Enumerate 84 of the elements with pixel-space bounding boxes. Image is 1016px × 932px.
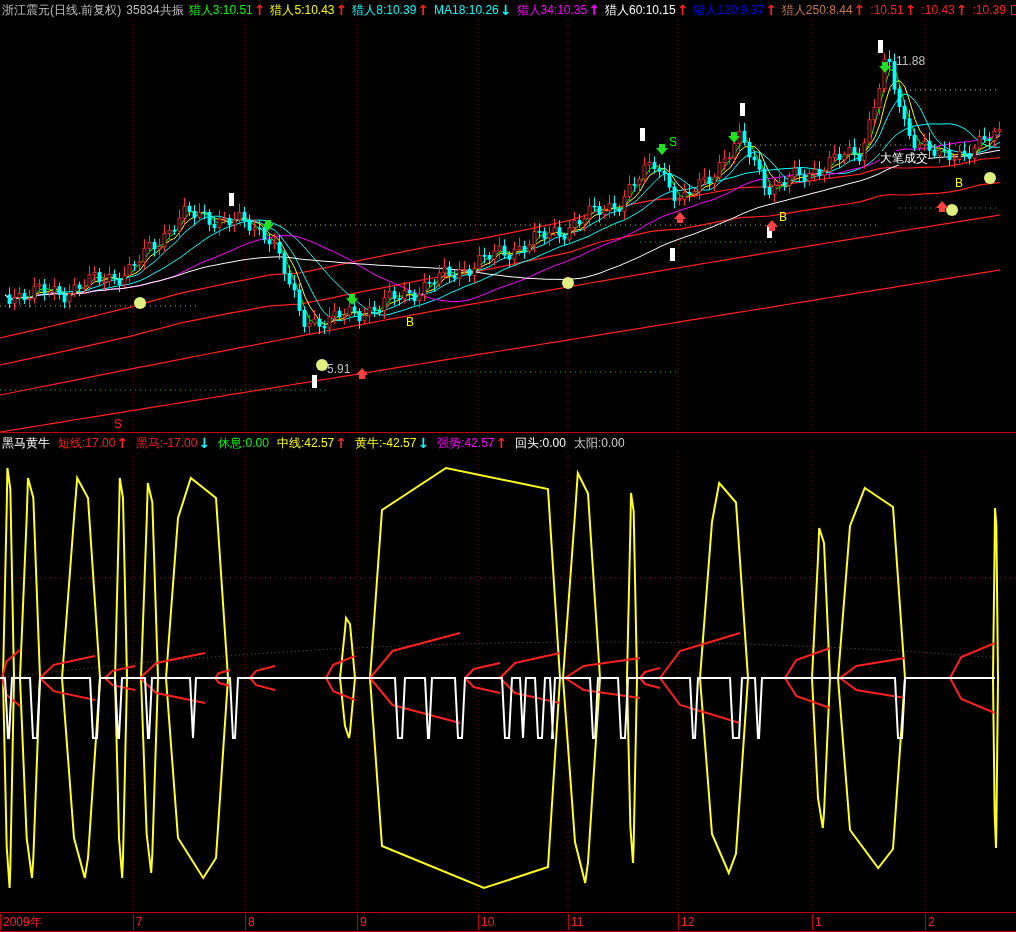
indicator-value: 中线:42.57 — [276, 434, 335, 452]
apple-icon — [984, 172, 996, 184]
signal-bar-icon — [640, 128, 645, 141]
chart-title: 黑马黄牛 — [2, 434, 50, 452]
trend-arrow: ↑ — [116, 433, 129, 452]
signal-label: S — [114, 417, 122, 431]
axis-label: 12 — [678, 914, 695, 930]
axis-label: 1 — [812, 914, 822, 930]
axis-label: 8 — [245, 914, 255, 930]
axis-label: 10 — [478, 914, 495, 930]
indicator-value: 黑马:-17.00 — [136, 434, 198, 452]
indicator-value: 猎人34:10.35 — [516, 2, 588, 19]
wedge-line — [1, 649, 21, 707]
trend-arrow: ↓ — [198, 433, 211, 452]
signal-label: B — [779, 210, 787, 224]
trend-arrow: ↑ — [853, 1, 866, 19]
indicator-value: :10.51 — [870, 2, 904, 19]
wedge-line — [325, 655, 356, 701]
down-arrow-icon — [346, 294, 358, 305]
axis-label: 2 — [925, 914, 935, 930]
down-arrow-icon — [262, 220, 274, 231]
indicator-value: 强势:42.57 — [437, 434, 495, 452]
apple-icon — [946, 204, 958, 216]
trend-arrow: ↑ — [417, 1, 430, 19]
trend-arrow: ↑ — [588, 1, 600, 19]
wedge-line — [104, 665, 136, 691]
indicator-value: :10.39 — [972, 2, 1006, 19]
signal-bar-icon — [312, 375, 317, 388]
price-label: 11.88 — [896, 54, 926, 68]
trend-arrow: ↑ — [335, 433, 347, 452]
axis-label: 7 — [133, 914, 143, 930]
indicator-value: 太阳:0.00 — [573, 434, 625, 452]
wedge-line — [139, 652, 206, 704]
indicator-value: 猎人250:8.44 — [781, 2, 853, 19]
chart-title: 浙江震元(日线.前复权) — [2, 2, 122, 19]
signal-label: S — [669, 135, 677, 149]
indicator-value: 短线:17.00 — [58, 434, 116, 452]
indicator-value: 猎人5:10.43 — [270, 2, 335, 19]
wedge-line — [249, 665, 276, 691]
trend-arrow: ↓ — [499, 1, 512, 19]
down-arrow-icon — [656, 144, 668, 155]
trend-arrow: ↑ — [335, 1, 348, 19]
apple-icon — [316, 359, 328, 371]
indicator-value: 猎人3:10.51 — [188, 2, 253, 19]
wedge-line — [839, 657, 906, 699]
indicator-value: :10.43 — [921, 2, 955, 19]
trend-arrow: ↑ — [253, 1, 266, 19]
wedge-line — [784, 647, 831, 709]
wedge-line — [949, 642, 996, 714]
signal-label: B — [955, 176, 963, 190]
trend-arrow: ↑ — [904, 1, 917, 19]
wedge-line — [39, 655, 96, 701]
up-arrow-icon — [674, 212, 686, 223]
trend-arrow: ↓ — [417, 433, 430, 452]
signal-bar-icon — [740, 103, 745, 116]
axis-label: 11 — [568, 914, 584, 930]
up-arrow-icon — [936, 201, 948, 212]
trend-arrow: ↑ — [676, 1, 689, 19]
indicator-value: 猎人120:9.37 — [693, 2, 765, 19]
trade-volume-label: 大笔成交 — [880, 151, 928, 165]
indicator-value: 猎人8:10.39 — [352, 2, 417, 19]
signal-bar-icon — [878, 40, 883, 53]
signal-bar-icon — [670, 248, 675, 261]
indicator-value: 回头:0.00 — [515, 434, 566, 452]
trend-arrow: ↑ — [495, 433, 508, 452]
down-arrow-icon — [728, 132, 740, 143]
indicator-value: MA18:10.26 — [434, 2, 499, 19]
down-arrow-icon — [879, 62, 891, 73]
signal-bar-icon — [229, 193, 234, 206]
indicator-value: 休息:0.00 — [218, 434, 269, 452]
indicator-value: 猎人60:10.15 — [604, 2, 676, 19]
apple-icon — [562, 277, 574, 289]
signal-label: B — [406, 315, 414, 329]
wedge-line — [214, 669, 231, 687]
up-arrow-icon — [766, 220, 778, 231]
price-label: 5.91 — [327, 362, 351, 376]
apple-icon — [134, 297, 146, 309]
resonance-count: 35834共振 — [126, 2, 184, 19]
trend-arrow: ↑ — [765, 1, 777, 19]
axis-label: 2009年 — [0, 914, 42, 930]
trend-arrow: ↑ — [955, 1, 968, 19]
up-arrow-icon — [356, 368, 368, 379]
indicator-value: 黄牛:-42.57 — [355, 434, 417, 452]
axis-label: 9 — [357, 914, 367, 930]
